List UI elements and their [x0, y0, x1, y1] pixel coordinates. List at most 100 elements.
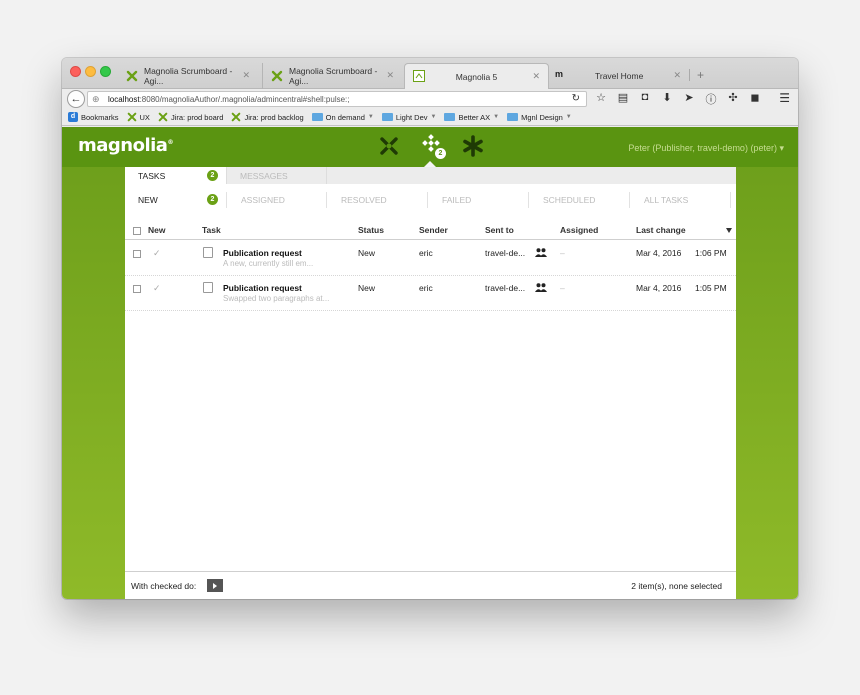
- close-window-button[interactable]: [70, 66, 81, 77]
- pulse-badge: 2: [435, 148, 446, 159]
- filter-label: ALL TASKS: [644, 195, 689, 205]
- url-field[interactable]: ⊕ localhost:8080/magnoliaAuthor/.magnoli…: [87, 91, 587, 107]
- pulse-panel: TASKS 2 MESSAGES NEW 2 ASSIGNED RESOLVED: [125, 167, 736, 599]
- folder-icon: [444, 113, 456, 121]
- bookmark-jira-board[interactable]: Jira: prod board: [158, 112, 223, 122]
- maximize-window-button[interactable]: [100, 66, 111, 77]
- magnolia-icon: [158, 112, 168, 122]
- group-icon: [535, 248, 547, 259]
- travel-favicon-icon: m: [555, 69, 564, 79]
- bookmark-label: UX: [139, 112, 150, 122]
- action-footer: With checked do: 2 item(s), none selecte…: [125, 571, 736, 599]
- task-icon: [203, 282, 213, 293]
- extension-badge-icon[interactable]: ◼: [748, 91, 762, 107]
- bookmark-light-dev[interactable]: Light Dev ▼: [381, 113, 437, 122]
- bookmark-ux[interactable]: UX: [127, 112, 150, 122]
- menu-icon[interactable]: ☰: [779, 91, 790, 105]
- bulk-action-button[interactable]: [207, 579, 223, 592]
- filter-all-tasks[interactable]: ALL TASKS: [630, 192, 731, 208]
- send-icon[interactable]: ➤: [682, 91, 696, 107]
- reload-icon[interactable]: ↻: [572, 93, 580, 104]
- bookmark-on-demand[interactable]: On demand ▼: [311, 112, 374, 122]
- extension-icon[interactable]: ✣: [726, 91, 740, 107]
- site-info-icon[interactable]: ⊕: [92, 94, 100, 105]
- selection-count: 2 item(s), none selected: [631, 581, 722, 591]
- app-launcher-icon[interactable]: [376, 133, 402, 159]
- browser-tab-travel-home[interactable]: m Travel Home ✕: [549, 63, 689, 89]
- col-sent-to[interactable]: Sent to: [485, 225, 514, 235]
- pocket-icon[interactable]: ◘: [638, 91, 652, 107]
- bookmarks-icon: d: [68, 112, 78, 122]
- favorites-icon[interactable]: [460, 133, 486, 159]
- chevron-down-icon: ▼: [430, 114, 437, 120]
- tab-close-icon[interactable]: ✕: [386, 70, 394, 81]
- col-new[interactable]: New: [148, 225, 165, 235]
- col-assigned[interactable]: Assigned: [560, 225, 598, 235]
- user-menu[interactable]: Peter (Publisher, travel-demo) (peter) ▾: [628, 143, 784, 154]
- minimize-window-button[interactable]: [85, 66, 96, 77]
- tab-label: TASKS: [138, 170, 166, 181]
- chevron-down-icon: ▼: [565, 114, 572, 120]
- table-row[interactable]: ✓ Publication request A new, currently s…: [125, 241, 736, 276]
- magnolia-favicon-icon: [126, 70, 138, 82]
- bookmark-root[interactable]: d Bookmarks: [68, 112, 119, 122]
- pulse-icon[interactable]: 2: [418, 133, 446, 159]
- row-checkbox[interactable]: [133, 285, 141, 293]
- magnolia-logo[interactable]: magnolia®: [78, 135, 173, 156]
- info-icon[interactable]: ⓘ: [704, 91, 718, 107]
- logo-mark: ®: [167, 139, 173, 146]
- table-row[interactable]: ✓ Publication request Swapped two paragr…: [125, 276, 736, 311]
- folder-icon: [381, 113, 393, 121]
- bookmark-label: Jira: prod backlog: [244, 112, 304, 122]
- tab-label: Magnolia Scrumboard - Agi...: [144, 66, 233, 86]
- reading-list-icon[interactable]: ▤: [616, 91, 630, 107]
- col-sender[interactable]: Sender: [419, 225, 448, 235]
- task-assigned: –: [560, 283, 565, 293]
- task-date: Mar 4, 2016: [636, 283, 682, 293]
- magnolia-icon: [232, 112, 241, 122]
- chevron-down-icon: ▼: [367, 114, 374, 120]
- tab-close-icon[interactable]: ✕: [532, 71, 540, 82]
- new-tab-button[interactable]: +: [697, 68, 704, 82]
- task-icon: [203, 247, 213, 258]
- pulse-favicon-icon: [413, 70, 425, 82]
- chevron-down-icon: ▾: [779, 143, 784, 153]
- task-status: New: [358, 283, 376, 293]
- filter-new[interactable]: NEW 2: [125, 192, 226, 208]
- star-icon[interactable]: ☆: [594, 91, 608, 107]
- magnolia-icon: [127, 112, 136, 122]
- bookmark-better-ax[interactable]: Better AX ▼: [444, 113, 499, 122]
- task-time: 1:05 PM: [695, 283, 727, 293]
- bookmark-label: Better AX: [458, 112, 491, 122]
- task-title: Publication request: [223, 248, 302, 258]
- browser-tab-magnolia-5[interactable]: Magnolia 5 ✕: [404, 63, 549, 89]
- col-task[interactable]: Task: [202, 225, 221, 235]
- tab-tasks[interactable]: TASKS 2: [125, 167, 226, 184]
- filter-resolved[interactable]: RESOLVED: [327, 192, 428, 208]
- task-description: A new, currently still em...: [223, 259, 314, 268]
- browser-tab-scrumboard-1[interactable]: Magnolia Scrumboard - Agi... ✕: [118, 63, 258, 89]
- col-status[interactable]: Status: [358, 225, 384, 235]
- back-button[interactable]: ←: [67, 90, 85, 108]
- tab-close-icon[interactable]: ✕: [673, 70, 681, 81]
- col-last-change[interactable]: Last change: [636, 225, 686, 235]
- bookmark-label: Mgnl Design: [521, 112, 563, 122]
- download-icon[interactable]: ⬇: [660, 91, 674, 107]
- sort-desc-icon[interactable]: [726, 228, 732, 233]
- task-description: Swapped two paragraphs at...: [223, 294, 330, 303]
- task-sent-to: travel-de...: [485, 283, 526, 293]
- tab-close-icon[interactable]: ✕: [242, 70, 250, 81]
- tab-messages[interactable]: MESSAGES: [226, 167, 327, 184]
- filter-assigned[interactable]: ASSIGNED: [226, 192, 327, 208]
- browser-tab-scrumboard-2[interactable]: Magnolia Scrumboard - Agi... ✕: [262, 63, 402, 89]
- task-title: Publication request: [223, 283, 302, 293]
- row-checkbox[interactable]: [133, 250, 141, 258]
- select-all-checkbox[interactable]: [133, 227, 141, 235]
- filter-failed[interactable]: FAILED: [428, 192, 529, 208]
- back-arrow-icon: ←: [70, 93, 82, 105]
- bookmark-mgnl-design[interactable]: Mgnl Design ▼: [507, 113, 572, 122]
- check-icon: ✓: [153, 248, 161, 258]
- filter-scheduled[interactable]: SCHEDULED: [529, 192, 630, 208]
- bookmark-jira-backlog[interactable]: Jira: prod backlog: [231, 112, 304, 122]
- bookmark-label: On demand: [325, 112, 365, 122]
